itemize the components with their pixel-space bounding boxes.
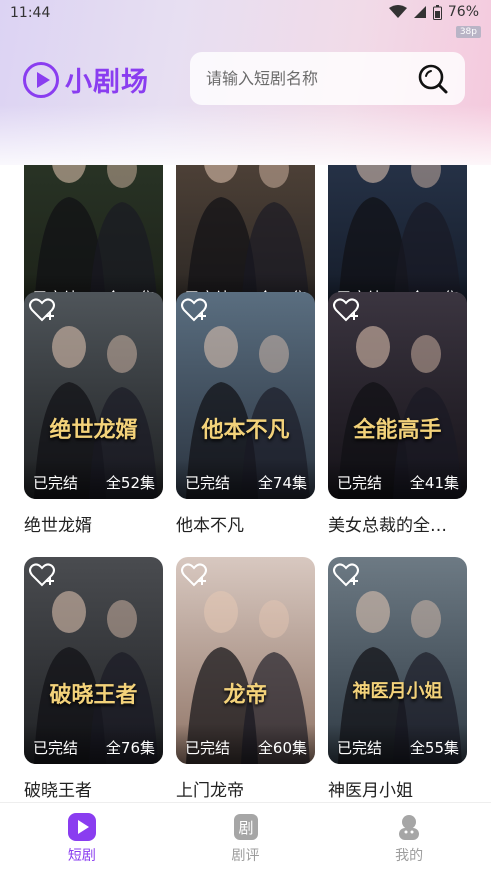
drama-poster[interactable]: 龙帝已完结 全60集: [176, 557, 315, 764]
completion-status: 已完结: [185, 739, 231, 757]
status-bar: 11:44 76%: [0, 0, 491, 28]
poster-title-art: 破晓王者: [49, 682, 138, 708]
completion-status: 已完结: [185, 474, 231, 492]
status-icons: 76%: [388, 4, 479, 20]
completion-status: 已完结: [337, 739, 383, 757]
tab-review[interactable]: 剧剧评: [164, 803, 328, 873]
drama-poster[interactable]: 全能高手已完结 全41集: [328, 292, 467, 499]
wifi-icon: [388, 5, 407, 18]
drama-card[interactable]: 龙帝已完结 全60集上门龙帝: [176, 557, 315, 801]
favorite-heart-icon[interactable]: [332, 561, 362, 589]
episode-count: 全60集: [257, 739, 307, 757]
episode-count: 全74集: [257, 474, 307, 492]
poster-title-art: 他本不凡: [201, 417, 290, 443]
drama-card[interactable]: 神医月小姐 已完结 全55集 神医月小姐: [328, 557, 467, 801]
drama-card[interactable]: 破晓王者 已完结 全76集 破晓王者: [24, 557, 163, 801]
tab-play[interactable]: 短剧: [0, 803, 164, 873]
drama-title[interactable]: 上门龙帝: [176, 776, 315, 801]
tab-label: 我的: [395, 848, 424, 864]
drama-card[interactable]: 他本不凡 已完结 全74集 他本不凡: [176, 292, 315, 536]
favorite-heart-icon[interactable]: [28, 561, 58, 589]
drama-title[interactable]: 破晓王者: [24, 776, 163, 801]
play-icon: [67, 813, 96, 841]
drama-title[interactable]: 绝世龙婿: [24, 511, 163, 536]
episode-count: 全41集: [409, 474, 459, 492]
episode-count: 全52集: [105, 474, 155, 492]
drama-title[interactable]: 神医月小姐: [328, 776, 467, 801]
drama-poster[interactable]: 他本不凡已完结 全74集: [176, 292, 315, 499]
drama-card[interactable]: 全能高手已完结 全41集美女总裁的全…: [328, 292, 467, 536]
fps-badge: 38p: [455, 26, 481, 38]
poster-title-art: 绝世龙婿: [49, 417, 138, 443]
tab-profile[interactable]: 我的: [327, 803, 491, 873]
episode-count: 全55集: [409, 739, 459, 757]
poster-title-art: 龙帝: [223, 682, 268, 708]
battery-icon: [432, 4, 442, 20]
tab-label: 短剧: [67, 848, 96, 864]
favorite-heart-icon[interactable]: [180, 561, 210, 589]
poster-title-art: 全能高手: [353, 417, 442, 443]
favorite-heart-icon[interactable]: [180, 296, 210, 324]
logo-text: 小剧场: [65, 67, 149, 98]
search-icon[interactable]: [417, 63, 449, 95]
favorite-heart-icon[interactable]: [332, 296, 362, 324]
drama-grid: 医仙神主已完结全80集医仙神主已完结全50集龙王嫁到重启1999已完结全59集重…: [0, 165, 491, 802]
status-time: 11:44: [10, 5, 51, 21]
drama-poster[interactable]: 绝世龙婿已完结 全52集: [24, 292, 163, 499]
favorite-heart-icon[interactable]: [28, 296, 58, 324]
episode-count: 全76集: [105, 739, 155, 757]
svg-text:剧: 剧: [238, 819, 253, 837]
app-logo: 小剧场: [23, 60, 149, 99]
profile-icon: [399, 815, 420, 840]
battery-percent: 76%: [447, 4, 479, 20]
search-input[interactable]: [206, 69, 406, 88]
drama-title[interactable]: 他本不凡: [176, 511, 315, 536]
search-box[interactable]: [190, 52, 465, 105]
completion-status: 已完结: [337, 474, 383, 492]
tab-label: 剧评: [231, 848, 260, 864]
drama-poster[interactable]: 破晓王者已完结 全76集: [24, 557, 163, 764]
completion-status: 已完结: [33, 474, 79, 492]
review-icon: 剧: [233, 814, 258, 840]
play-logo-icon: [23, 61, 59, 98]
signal-icon: [413, 6, 426, 18]
poster-title-art: 神医月小姐: [352, 681, 443, 702]
completion-status: 已完结: [33, 739, 79, 757]
bottom-tab-bar: 短剧剧剧评 我的: [0, 802, 491, 873]
drama-poster[interactable]: 神医月小姐已完结 全55集: [328, 557, 467, 764]
drama-title[interactable]: 美女总裁的全…: [328, 511, 467, 536]
drama-card[interactable]: 绝世龙婿 已完结 全52集 绝世龙婿: [24, 292, 163, 536]
